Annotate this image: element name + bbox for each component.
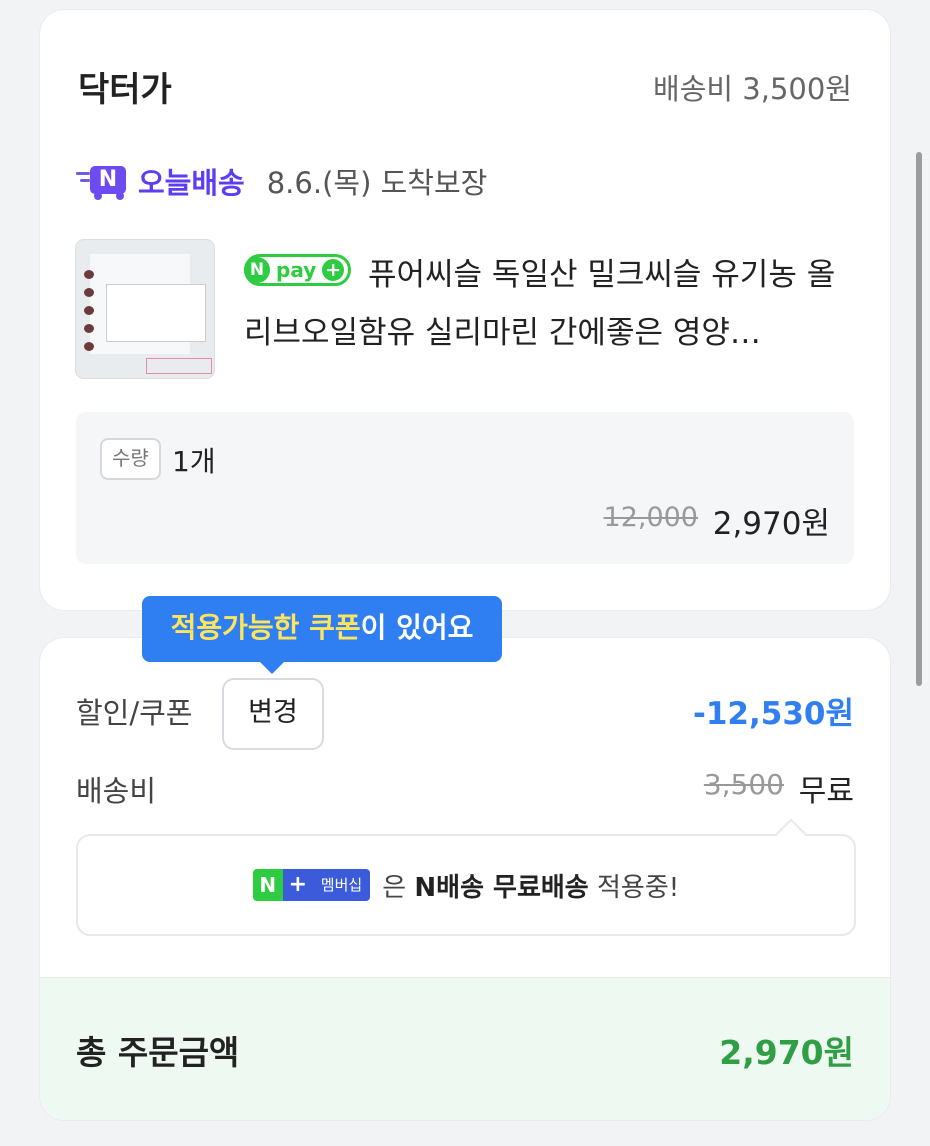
shipping-value: 무료 [798, 774, 854, 809]
quantity-value: 1개 [172, 445, 216, 478]
nplus-membership-badge: N + 멤버십 [252, 869, 371, 901]
scrollbar[interactable] [916, 152, 922, 686]
payment-summary-card: 할인/쿠폰 변경 -12,530원 배송비 3,500 무료 N + 멤버십 은… [40, 638, 890, 1120]
quantity-tag: 수량 [100, 438, 161, 480]
shipping-label: 배송비 [76, 774, 157, 808]
delivery-date: 8.6.(목) 도착보장 [266, 166, 488, 200]
product-title[interactable]: 퓨어씨슬 독일산 밀크씨슬 유기농 올리브오일함유 실리마린 간에좋은 영양… [244, 246, 854, 362]
original-price: 12,000 [603, 502, 698, 533]
change-coupon-button[interactable]: 변경 [222, 678, 324, 750]
shipping-fee: 배송비 3,500원 [653, 72, 852, 106]
seller-name[interactable]: 닥터가 [78, 62, 172, 111]
shipping-row: 배송비 3,500 무료 [76, 756, 854, 816]
shipping-original: 3,500 [703, 768, 784, 801]
coupon-tooltip[interactable]: 적용가능한 쿠폰이 있어요 [142, 596, 502, 674]
total-label: 총 주문금액 [76, 1033, 240, 1072]
discount-label: 할인/쿠폰 [76, 696, 193, 730]
membership-notice: N + 멤버십 은 N배송 무료배송 적용중! [76, 834, 856, 936]
seller-card: 닥터가 배송비 3,500원 N 오늘배송 8.6.(목) 도착보장 N pay… [40, 10, 890, 610]
discount-row: 할인/쿠폰 변경 -12,530원 [76, 678, 854, 750]
delivery-badge: 오늘배송 [138, 166, 245, 200]
quantity-box: 수량 1개 12,000 2,970원 [76, 412, 854, 564]
n-delivery-truck-icon: N [76, 162, 134, 200]
delivery-info: N 오늘배송 8.6.(목) 도착보장 [76, 160, 487, 202]
product-price: 2,970원 [712, 506, 830, 542]
total-amount: 2,970원 [719, 1033, 854, 1072]
discount-value: -12,530원 [692, 696, 854, 732]
total-section: 총 주문금액 2,970원 [40, 977, 890, 1120]
product-thumbnail[interactable] [76, 240, 214, 378]
